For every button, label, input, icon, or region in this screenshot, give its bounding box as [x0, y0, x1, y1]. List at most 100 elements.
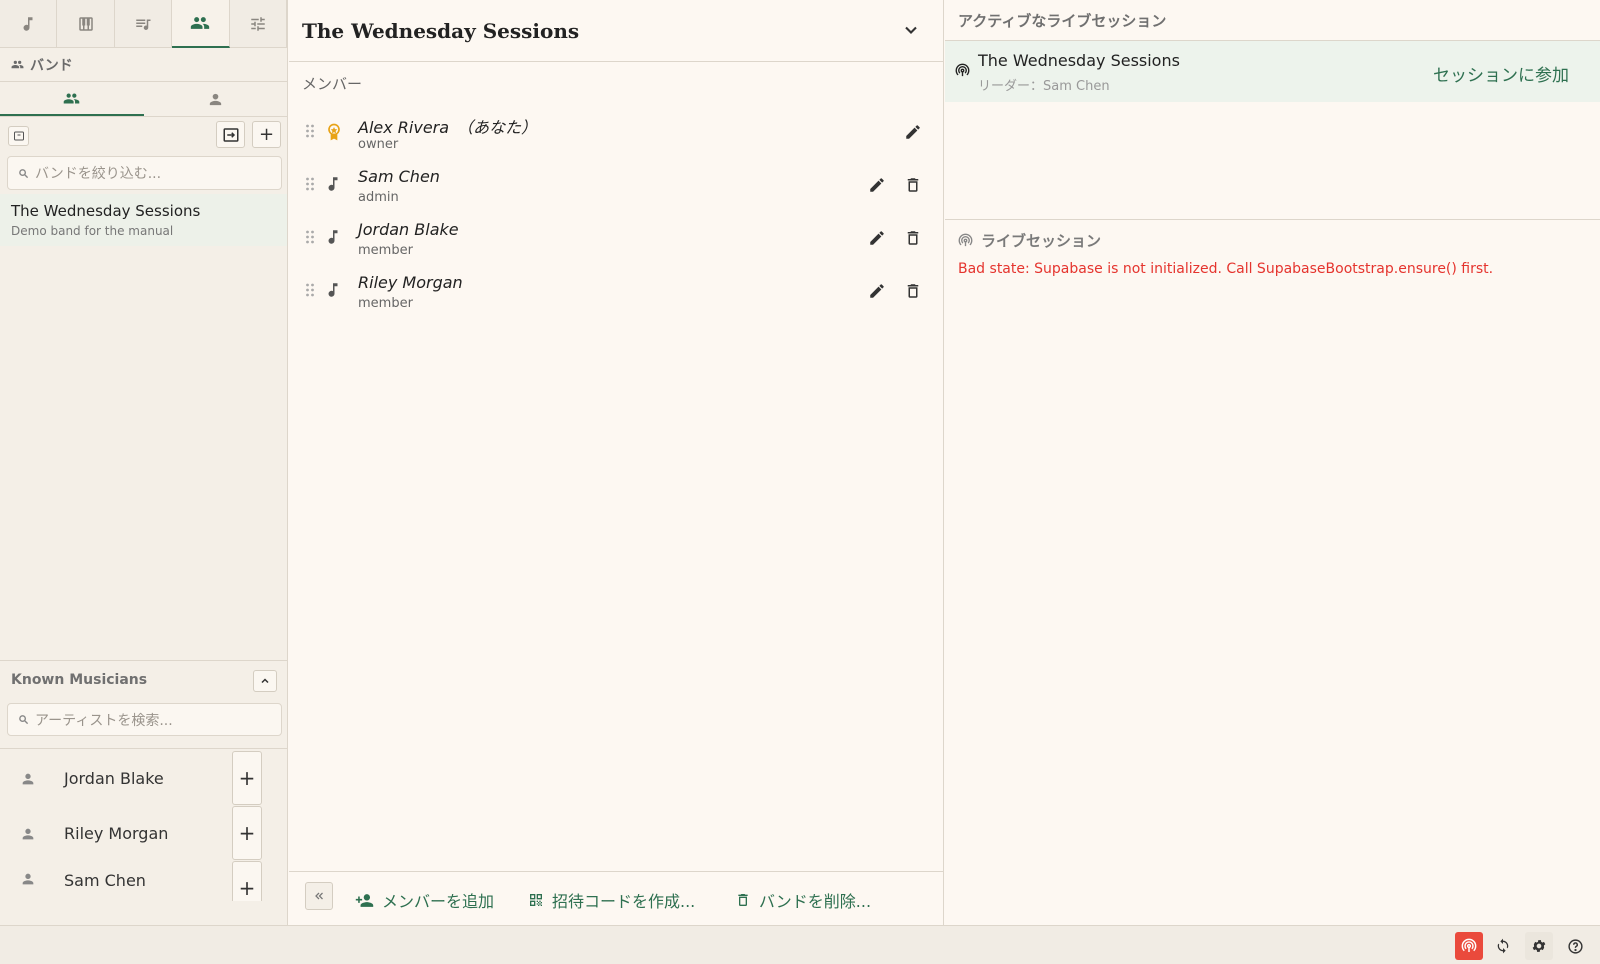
member-name: Jordan Blake: [358, 220, 459, 239]
musician-list-item[interactable]: Jordan Blake +: [0, 751, 287, 806]
chevron-up-icon: [259, 675, 271, 687]
drag-handle-icon[interactable]: [305, 177, 315, 191]
archive-icon: [13, 130, 25, 142]
band-actions-footer: メンバーを追加 招待コードを作成... バンドを削除...: [289, 871, 944, 925]
drag-handle-icon[interactable]: [305, 283, 315, 297]
add-musician-button[interactable]: +: [232, 751, 262, 805]
add-musician-button[interactable]: +: [232, 806, 262, 860]
broadcast-icon: [958, 233, 973, 248]
member-name: Sam Chen: [358, 167, 440, 186]
group-icon: [63, 90, 80, 107]
main-tabs: [0, 0, 288, 48]
plus-icon: +: [238, 766, 256, 790]
settings-button[interactable]: [1525, 932, 1553, 960]
status-bar: [0, 925, 1600, 964]
person-icon: [207, 91, 224, 108]
archive-button[interactable]: [8, 126, 29, 146]
tab-instruments[interactable]: [57, 0, 115, 48]
tab-songs[interactable]: [0, 0, 58, 48]
known-musicians-panel: Known Musicians アーティストを検索... Jordan Blak…: [0, 660, 287, 901]
delete-band-button[interactable]: バンドを削除...: [735, 888, 871, 912]
musician-name: Riley Morgan: [64, 824, 169, 843]
band-filter-placeholder: バンドを絞り込む...: [35, 166, 162, 182]
login-icon: [222, 126, 240, 144]
subtab-personal[interactable]: [144, 82, 288, 116]
edit-icon[interactable]: [868, 282, 886, 300]
invite-code-label: 招待コードを作成...: [552, 892, 696, 911]
plus-icon: +: [238, 821, 256, 845]
musician-list-item[interactable]: Riley Morgan +: [0, 806, 287, 861]
search-icon: [18, 168, 29, 179]
drag-handle-icon[interactable]: [305, 124, 315, 138]
member-role: admin: [358, 190, 399, 205]
add-band-button[interactable]: +: [252, 121, 281, 148]
live-broadcast-button[interactable]: [1455, 932, 1483, 960]
qr-code-icon: [528, 892, 544, 908]
edit-icon[interactable]: [868, 176, 886, 194]
active-session-item: The Wednesday Sessions リーダー：Sam Chen セッシ…: [945, 41, 1600, 102]
owner-badge-icon: [324, 121, 344, 143]
section-title: バンド: [30, 57, 73, 74]
collapse-sidebar-button[interactable]: [305, 882, 333, 910]
member-row[interactable]: Riley Morgan member: [289, 265, 944, 318]
member-role: owner: [358, 137, 399, 152]
live-session-header: ライブセッション: [945, 230, 1600, 251]
band-toolbar: +: [0, 117, 287, 153]
band-list-item[interactable]: The Wednesday Sessions Demo band for the…: [0, 194, 287, 246]
members-label: メンバー: [302, 75, 363, 93]
double-chevron-left-icon: [313, 890, 325, 902]
gear-icon: [1531, 938, 1547, 954]
member-row[interactable]: Alex Rivera （あなた） owner: [289, 106, 944, 159]
search-icon: [18, 714, 29, 725]
active-sessions-title: アクティブなライブセッション: [945, 0, 1600, 41]
delete-icon: [735, 892, 751, 908]
musician-list-item[interactable]: Sam Chen +: [0, 861, 287, 901]
live-session-section: ライブセッション Bad state: Supabase is not init…: [945, 219, 1600, 277]
member-row[interactable]: Jordan Blake member: [289, 212, 944, 265]
artist-search-input[interactable]: アーティストを検索...: [7, 703, 282, 736]
member-role: member: [358, 243, 413, 258]
member-name: Alex Rivera （あなた）: [358, 118, 538, 137]
person-icon: [20, 826, 36, 842]
artist-search-placeholder: アーティストを検索...: [35, 712, 173, 729]
subtab-bands[interactable]: [0, 82, 144, 116]
edit-icon[interactable]: [904, 123, 922, 141]
app-window: バンド + バンドを絞り込む... The Wednesday Sessions…: [0, 0, 1600, 964]
delete-icon[interactable]: [904, 282, 922, 300]
music-note-icon: [324, 280, 342, 300]
band-filter-input[interactable]: バンドを絞り込む...: [7, 156, 282, 190]
sync-button[interactable]: [1489, 932, 1517, 960]
tab-setlists[interactable]: [115, 0, 173, 48]
queue-music-icon: [134, 15, 152, 33]
add-musician-button[interactable]: +: [232, 861, 262, 901]
live-sessions-panel: アクティブなライブセッション The Wednesday Sessions リー…: [945, 0, 1600, 925]
chevron-down-icon[interactable]: [901, 20, 921, 40]
tab-settings[interactable]: [230, 0, 288, 48]
import-band-button[interactable]: [216, 121, 245, 148]
piano-icon: [77, 15, 95, 33]
music-note-icon: [324, 174, 342, 194]
delete-band-label: バンドを削除...: [759, 892, 872, 911]
band-title: The Wednesday Sessions: [289, 0, 943, 62]
delete-icon[interactable]: [904, 176, 922, 194]
session-name: The Wednesday Sessions: [978, 51, 1180, 70]
person-icon: [20, 871, 36, 887]
join-session-button[interactable]: セッションに参加: [1433, 61, 1569, 86]
band-subtabs: [0, 82, 287, 117]
member-name: Riley Morgan: [358, 273, 463, 292]
member-row[interactable]: Sam Chen admin: [289, 159, 944, 212]
edit-icon[interactable]: [868, 229, 886, 247]
tab-bands[interactable]: [172, 0, 230, 48]
broadcast-icon: [955, 63, 970, 78]
help-icon: [1567, 938, 1584, 955]
create-invite-code-button[interactable]: 招待コードを作成...: [528, 888, 695, 912]
collapse-known-button[interactable]: [253, 670, 277, 692]
band-description: Demo band for the manual: [11, 224, 174, 238]
drag-handle-icon[interactable]: [305, 230, 315, 244]
delete-icon[interactable]: [904, 229, 922, 247]
help-button[interactable]: [1561, 932, 1589, 960]
broadcast-icon: [1461, 938, 1477, 954]
music-note-icon: [324, 227, 342, 247]
add-member-button[interactable]: メンバーを追加: [355, 888, 494, 912]
group-icon: [190, 13, 210, 33]
